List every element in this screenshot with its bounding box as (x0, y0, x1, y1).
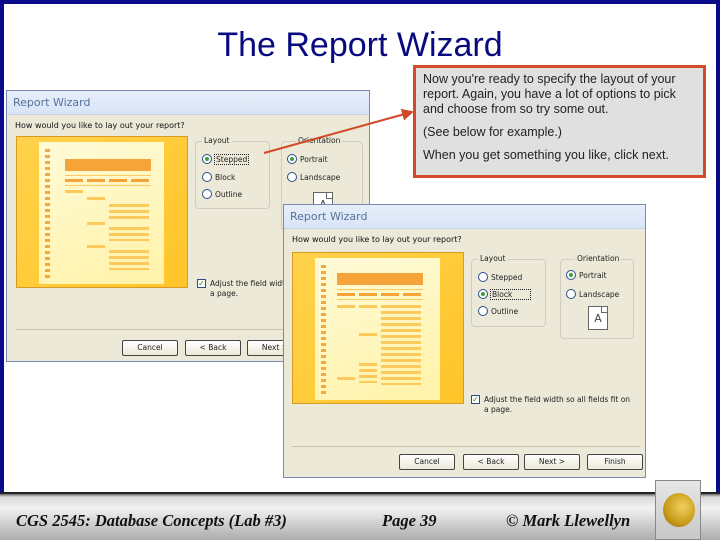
back-button[interactable]: < Back (185, 340, 241, 356)
radio-button[interactable] (478, 272, 488, 282)
adjust-field-width-checkbox[interactable]: ✓ Adjust the field width a page. (197, 279, 290, 299)
checkbox[interactable]: ✓ (197, 279, 206, 288)
radio-button[interactable] (287, 172, 297, 182)
separator (292, 446, 640, 447)
radio-landscape[interactable]: Landscape (287, 172, 340, 182)
slide-title: The Report Wizard (217, 26, 503, 64)
footer-page-number: Page 39 (382, 511, 437, 530)
slide-footer: CGS 2545: Database Concepts (Lab #3) Pag… (0, 492, 720, 540)
radio-stepped[interactable]: Stepped (202, 153, 250, 165)
back-button[interactable]: < Back (463, 454, 519, 470)
orientation-group: Orientation Portrait Landscape A (560, 254, 634, 339)
cancel-button[interactable]: Cancel (122, 340, 178, 356)
radio-block[interactable]: Block (478, 288, 532, 300)
radio-button[interactable] (478, 306, 488, 316)
radio-button[interactable] (566, 289, 576, 299)
radio-button[interactable] (202, 172, 212, 182)
layout-group: Layout Stepped Block Outline (471, 254, 546, 327)
radio-outline[interactable]: Outline (478, 306, 518, 316)
adjust-field-width-checkbox[interactable]: ✓ Adjust the field width so all fields f… (471, 395, 630, 415)
radio-button[interactable] (202, 154, 212, 164)
layout-preview-block (292, 252, 464, 404)
report-wizard-dialog-front: Report Wizard How would you like to lay … (283, 204, 646, 478)
cancel-button[interactable]: Cancel (399, 454, 455, 470)
radio-stepped[interactable]: Stepped (478, 272, 522, 282)
radio-button[interactable] (478, 289, 488, 299)
radio-button[interactable] (566, 270, 576, 280)
callout-paragraph: When you get something you like, click n… (423, 148, 669, 162)
layout-group-label: Layout (202, 136, 232, 145)
footer-author: © Mark Llewellyn (506, 511, 631, 530)
checkbox[interactable]: ✓ (471, 395, 480, 404)
radio-outline[interactable]: Outline (202, 189, 242, 199)
orientation-group-label: Orientation (296, 136, 343, 145)
layout-preview-stepped (16, 136, 188, 288)
callout-paragraph: Now you're ready to specify the layout o… (423, 72, 676, 116)
ucf-pegasus-logo-icon (655, 480, 701, 540)
radio-button[interactable] (202, 189, 212, 199)
instruction-callout: Now you're ready to specify the layout o… (413, 65, 706, 178)
radio-button[interactable] (287, 154, 297, 164)
orientation-group-label: Orientation (575, 254, 622, 263)
dialog-title: Report Wizard (284, 205, 645, 229)
next-button[interactable]: Next > (524, 454, 580, 470)
layout-group: Layout Stepped Block Outline (195, 136, 270, 209)
radio-block[interactable]: Block (202, 172, 235, 182)
dialog-question: How would you like to lay out your repor… (292, 235, 462, 244)
dialog-title: Report Wizard (7, 91, 369, 115)
dialog-question: How would you like to lay out your repor… (15, 121, 185, 130)
portrait-page-icon: A (588, 306, 608, 330)
layout-group-label: Layout (478, 254, 508, 263)
finish-button[interactable]: Finish (587, 454, 643, 470)
footer-course: CGS 2545: Database Concepts (Lab #3) (16, 511, 287, 530)
radio-landscape[interactable]: Landscape (566, 289, 619, 299)
radio-portrait[interactable]: Portrait (287, 154, 328, 164)
callout-paragraph: (See below for example.) (423, 125, 562, 139)
radio-portrait[interactable]: Portrait (566, 270, 607, 280)
